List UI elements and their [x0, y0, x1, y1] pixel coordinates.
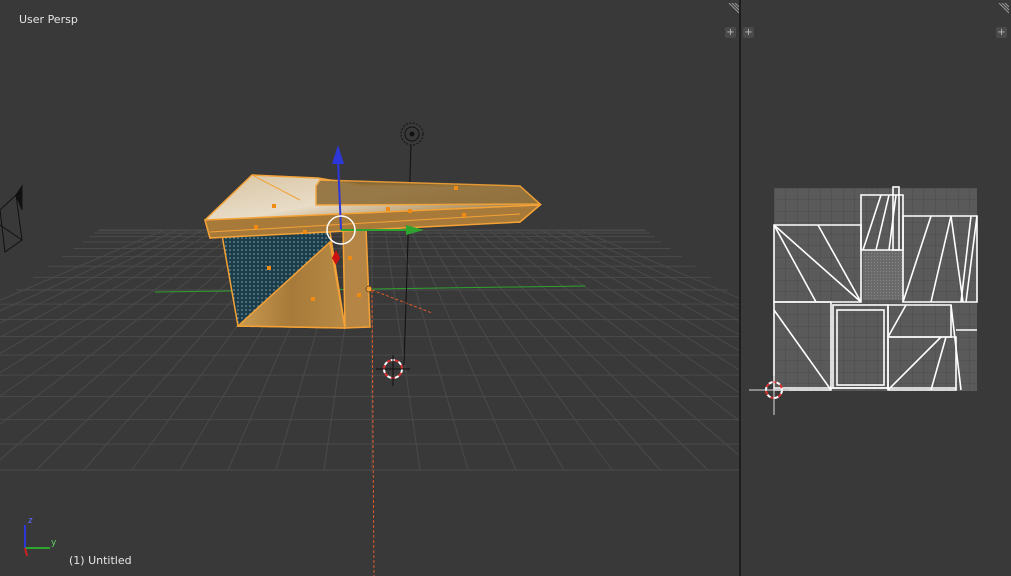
gizmo-y-label: y [51, 538, 57, 548]
area-action-button-left[interactable]: + [743, 27, 754, 38]
3d-cursor-icon[interactable] [376, 355, 410, 386]
area-split-handle[interactable] [727, 3, 739, 15]
lamp-icon[interactable] [400, 122, 424, 146]
floor-grid [0, 229, 739, 471]
uv-image-editor[interactable]: + + [741, 0, 1011, 576]
uv-canvas[interactable] [741, 0, 1011, 576]
area-split-handle-right[interactable] [997, 3, 1009, 15]
object-label: (1) Untitled [69, 554, 132, 567]
area-action-button[interactable]: + [725, 27, 736, 38]
3d-viewport[interactable]: User Persp (1) Untitled z y + [0, 0, 739, 576]
camera-icon[interactable] [0, 184, 23, 253]
axis-gizmo [24, 525, 50, 557]
light-direction-line [371, 289, 433, 314]
area-action-button-right[interactable]: + [996, 27, 1007, 38]
gizmo-z-label: z [28, 516, 33, 526]
view-label: User Persp [19, 13, 78, 26]
object-origin [365, 285, 373, 293]
viewport-canvas[interactable] [0, 0, 739, 576]
